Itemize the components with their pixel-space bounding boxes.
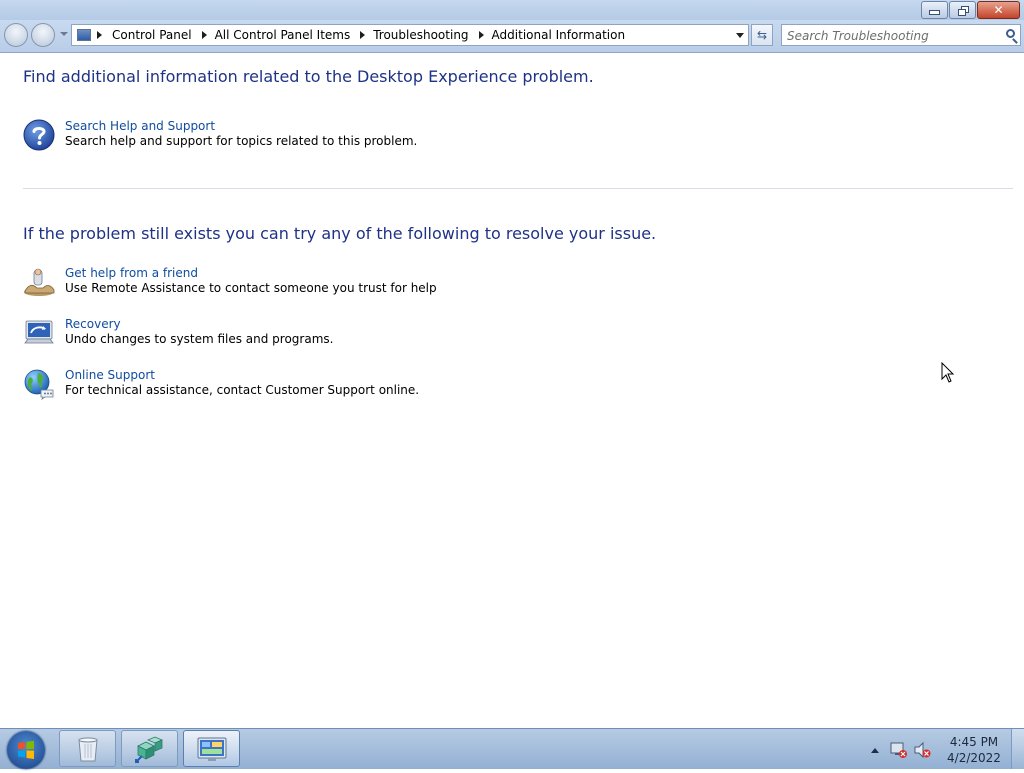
recovery-description: Undo changes to system files and program… — [65, 332, 334, 346]
restore-icon — [957, 5, 969, 16]
close-button[interactable]: ✕ — [977, 1, 1020, 19]
recent-pages-dropdown[interactable] — [60, 32, 68, 36]
recovery-icon — [24, 320, 54, 344]
online-support-description: For technical assistance, contact Custom… — [65, 383, 420, 397]
remote-assistance-icon — [24, 268, 55, 296]
clock-date: 4/2/2022 — [947, 751, 1001, 765]
navigation-bar: Control Panel All Control Panel Items Tr… — [0, 20, 1024, 53]
breadcrumb-chevron-icon[interactable] — [478, 31, 484, 39]
minimize-icon — [929, 10, 940, 15]
refresh-icon: ⇆ — [756, 28, 768, 42]
caption-buttons: ✕ — [921, 1, 1020, 19]
section-divider — [23, 188, 1013, 189]
section-heading: If the problem still exists you can try … — [23, 224, 657, 243]
online-support-item: Online Support For technical assistance,… — [23, 368, 419, 400]
help-question-icon — [23, 119, 55, 151]
taskbar: 4:45 PM 4/2/2022 — [0, 728, 1024, 769]
search-input[interactable] — [787, 27, 997, 45]
breadcrumb-additional-information[interactable]: Additional Information — [492, 28, 626, 42]
mouse-pointer-icon — [941, 362, 955, 383]
search-box[interactable] — [781, 24, 1021, 46]
page-heading: Find additional information related to t… — [23, 67, 594, 86]
taskbar-control-panel[interactable] — [183, 730, 240, 767]
start-button[interactable] — [7, 731, 45, 769]
breadcrumb-troubleshooting[interactable]: Troubleshooting — [373, 28, 468, 42]
refresh-button[interactable]: ⇆ — [751, 24, 773, 46]
system-clock[interactable]: 4:45 PM 4/2/2022 — [946, 734, 1002, 766]
show-hidden-icons-button[interactable] — [871, 748, 879, 753]
taskbar-program-2[interactable] — [121, 730, 178, 767]
control-panel-location-icon — [77, 29, 91, 41]
content-pane: Find additional information related to t… — [0, 53, 1024, 728]
get-help-friend-description: Use Remote Assistance to contact someone… — [65, 281, 437, 295]
package-cubes-icon — [134, 736, 163, 763]
show-desktop-button[interactable] — [1011, 729, 1024, 769]
online-support-link[interactable]: Online Support — [65, 368, 419, 383]
breadcrumb-chevron-icon[interactable] — [360, 31, 366, 39]
recovery-link[interactable]: Recovery — [65, 317, 333, 332]
minimize-button[interactable] — [921, 1, 948, 19]
search-icon[interactable] — [1006, 29, 1015, 38]
search-help-description: Search help and support for topics relat… — [65, 134, 418, 148]
online-support-globe-icon — [24, 369, 54, 400]
breadcrumb-chevron-icon[interactable] — [97, 31, 102, 39]
back-button[interactable] — [4, 23, 28, 47]
network-icon[interactable] — [890, 741, 908, 759]
close-icon: ✕ — [993, 3, 1004, 17]
get-help-friend-link[interactable]: Get help from a friend — [65, 266, 437, 281]
forward-button[interactable] — [31, 23, 55, 47]
windows-logo-icon — [18, 740, 34, 759]
breadcrumb-control-panel[interactable]: Control Panel — [112, 28, 192, 42]
get-help-friend-item: Get help from a friend Use Remote Assist… — [23, 266, 437, 298]
breadcrumb-chevron-icon[interactable] — [201, 31, 207, 39]
clock-time: 4:45 PM — [949, 735, 999, 749]
restore-button[interactable] — [949, 1, 976, 19]
breadcrumb-all-control-panel-items[interactable]: All Control Panel Items — [215, 28, 351, 42]
search-help-support-link[interactable]: Search Help and Support — [65, 119, 417, 134]
taskbar-recycle-bin[interactable] — [59, 730, 116, 767]
address-dropdown-icon[interactable] — [736, 33, 744, 38]
address-bar[interactable]: Control Panel All Control Panel Items Tr… — [71, 24, 749, 46]
control-panel-icon — [197, 737, 226, 761]
recovery-item: Recovery Undo changes to system files an… — [23, 317, 333, 349]
search-help-item: Search Help and Support Search help and … — [23, 119, 417, 151]
volume-muted-icon[interactable] — [913, 741, 931, 759]
recycle-bin-icon — [77, 737, 98, 761]
window-title-bar: ✕ — [0, 0, 1024, 20]
